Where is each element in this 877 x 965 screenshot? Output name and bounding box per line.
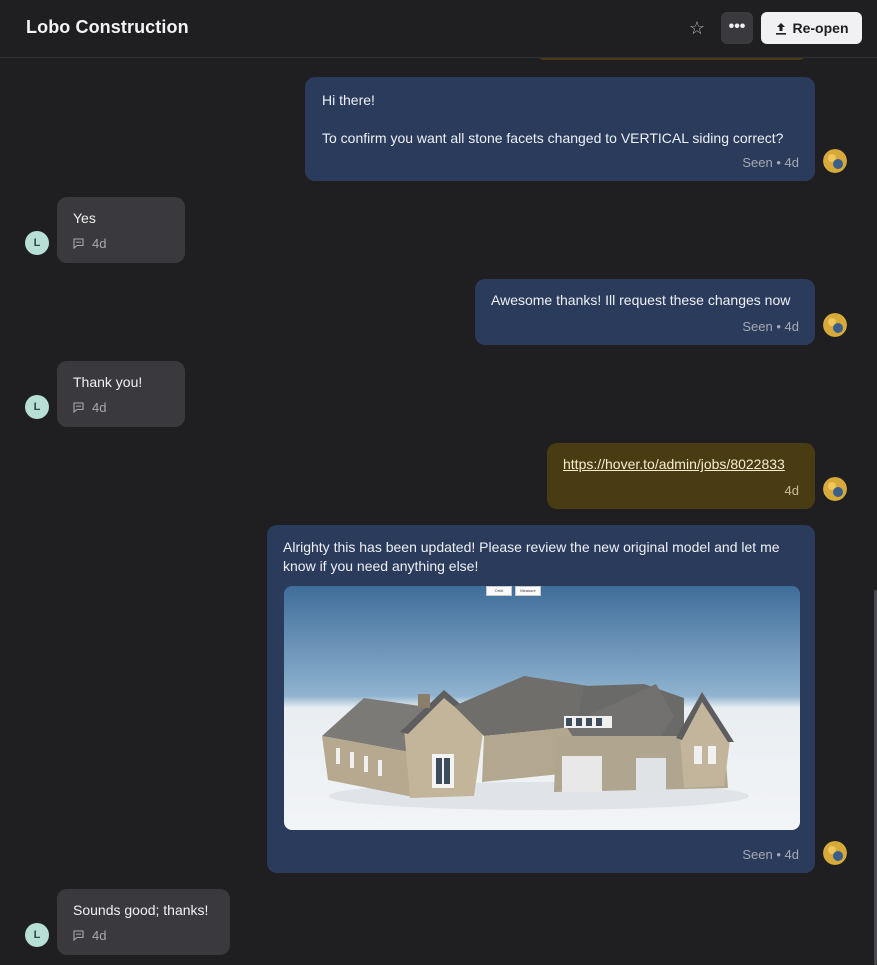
incoming-message: Sounds good; thanks! 4d bbox=[57, 889, 230, 955]
message-time: 4d bbox=[92, 236, 107, 251]
message-meta: 4d bbox=[73, 234, 106, 253]
message-time: 4d bbox=[92, 400, 107, 415]
reply-icon bbox=[73, 402, 84, 413]
message-meta: 4d bbox=[73, 926, 106, 945]
job-link[interactable]: https://hover.to/admin/jobs/8022833 bbox=[563, 455, 785, 474]
model-toolbar-button[interactable]: Measure bbox=[515, 586, 541, 596]
outgoing-message: Awesome thanks! Ill request these change… bbox=[475, 279, 815, 345]
conversation-title: Lobo Construction bbox=[26, 17, 189, 37]
reply-icon bbox=[73, 238, 84, 249]
outgoing-link-message: https://hover.to/admin/jobs/8022833 4d bbox=[547, 443, 815, 509]
message-text: Sounds good; thanks! bbox=[73, 902, 209, 918]
incoming-message: Thank you! 4d bbox=[57, 361, 185, 427]
house-render bbox=[284, 586, 800, 830]
message-text-line: To confirm you want all stone facets cha… bbox=[322, 130, 784, 146]
outgoing-message: Hi there! To confirm you want all stone … bbox=[305, 77, 815, 181]
message-text: Awesome thanks! Ill request these change… bbox=[491, 292, 791, 308]
model-toolbar-button[interactable]: Orbit bbox=[486, 586, 512, 596]
user-avatar bbox=[823, 313, 847, 337]
more-options-button[interactable]: ••• bbox=[721, 12, 753, 44]
message-text-line: know if you need anything else! bbox=[283, 558, 479, 574]
contact-avatar: L bbox=[25, 923, 49, 947]
user-avatar bbox=[823, 841, 847, 865]
contact-avatar: L bbox=[25, 395, 49, 419]
message-status: Seen • 4d bbox=[742, 847, 799, 862]
message-text-line: Alrighty this has been updated! Please r… bbox=[283, 539, 780, 555]
message-time: 4d bbox=[92, 928, 107, 943]
message-text: Thank you! bbox=[73, 374, 143, 390]
star-icon[interactable]: ☆ bbox=[686, 17, 708, 39]
upload-icon bbox=[775, 22, 786, 35]
user-avatar bbox=[823, 149, 847, 173]
incoming-message: Yes 4d bbox=[57, 197, 185, 263]
reply-icon bbox=[73, 930, 84, 941]
conversation-header: Lobo Construction ☆ ••• Re-open bbox=[0, 0, 877, 58]
message-status: 4d bbox=[784, 483, 799, 498]
reopen-label: Re-open bbox=[792, 20, 849, 36]
contact-avatar: L bbox=[25, 231, 49, 255]
message-status: Seen • 4d bbox=[742, 155, 799, 170]
house-model-image[interactable]: Orbit Measure bbox=[284, 586, 800, 830]
message-status: Seen • 4d bbox=[742, 319, 799, 334]
message-text: Yes bbox=[73, 210, 96, 226]
message-meta: 4d bbox=[73, 398, 106, 417]
user-avatar bbox=[823, 477, 847, 501]
reopen-button[interactable]: Re-open bbox=[761, 12, 862, 44]
message-text-line: Hi there! bbox=[322, 92, 375, 108]
